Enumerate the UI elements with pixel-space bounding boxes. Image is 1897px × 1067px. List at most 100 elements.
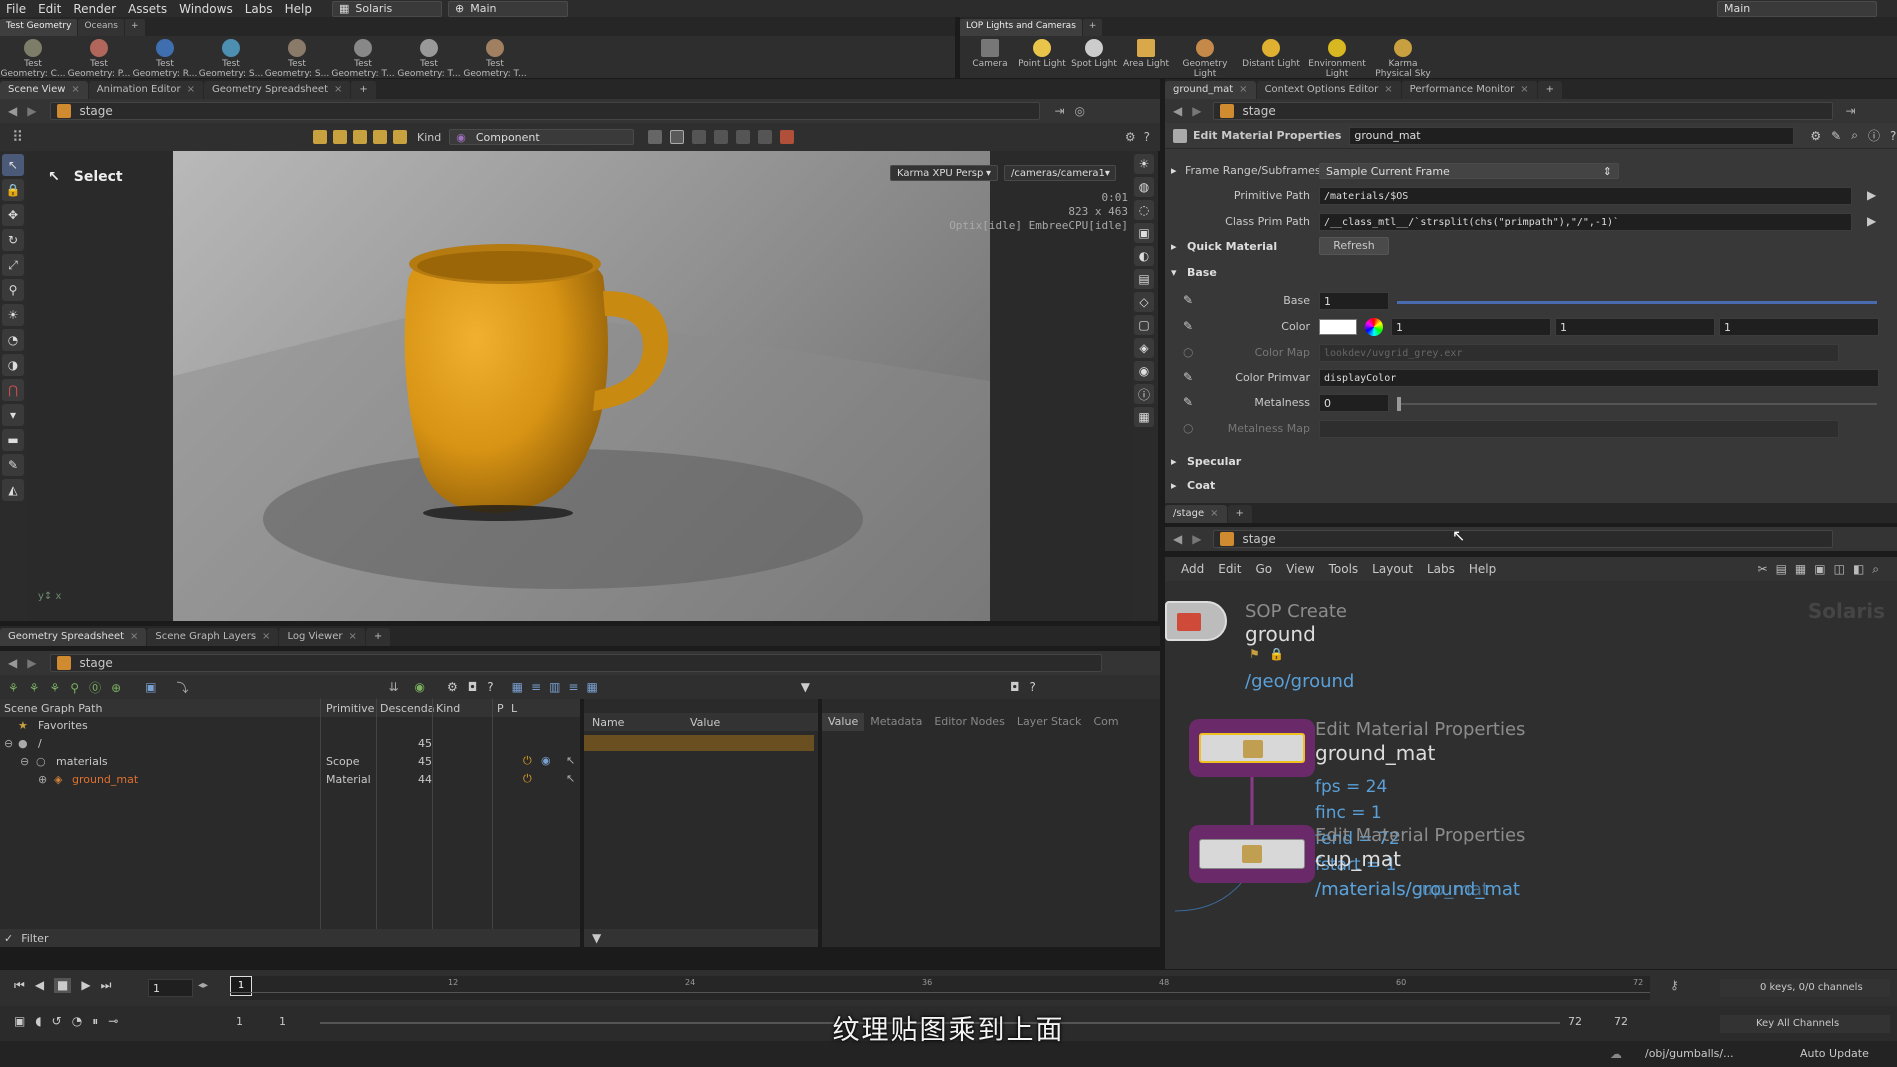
- context-dropdown[interactable]: ⊕ Main: [448, 0, 568, 17]
- menu-labs[interactable]: Labs: [239, 2, 279, 16]
- view-tool-icon[interactable]: ◔: [2, 329, 24, 351]
- tree-icon[interactable]: ⇊: [388, 680, 398, 694]
- step-back-icon[interactable]: ◀: [35, 978, 44, 993]
- tab-scene-view[interactable]: Scene View ×: [0, 81, 88, 99]
- tool-test-geometry-squab[interactable]: Test Geometry: S...: [264, 39, 330, 79]
- tab-metadata[interactable]: Metadata: [864, 713, 928, 731]
- gear-icon[interactable]: ⚙: [1810, 129, 1821, 143]
- lock-tool-icon[interactable]: 🔒: [2, 179, 24, 201]
- add-network-tab-button[interactable]: +: [1227, 505, 1252, 523]
- snapshot-icon[interactable]: ◘: [1010, 680, 1020, 694]
- tool-test-geometry-pig[interactable]: Test Geometry: P...: [66, 39, 132, 79]
- edit-toggle-icon[interactable]: ✎: [1183, 370, 1193, 384]
- class-prim-field[interactable]: /__class_mtl__/`strsplit(chs("primpath")…: [1319, 213, 1852, 231]
- play-icon[interactable]: ▶: [81, 978, 90, 993]
- layout-icons[interactable]: ▦≡▥≡▦: [512, 680, 606, 694]
- ground-mat-node[interactable]: [1199, 733, 1305, 763]
- frame-range-dropdown[interactable]: Sample Current Frame ⇕: [1319, 163, 1619, 179]
- ghost-icon[interactable]: ◌: [1134, 200, 1154, 220]
- back-arrow-icon[interactable]: ◀: [8, 656, 17, 670]
- add-params-tab-button[interactable]: +: [1537, 81, 1563, 99]
- scene-graph-filter-icon[interactable]: ▣: [145, 680, 156, 694]
- step-arrows-icon[interactable]: ◂▸: [198, 980, 208, 991]
- network-menu-go[interactable]: Go: [1255, 562, 1272, 576]
- snapshot-icon[interactable]: ◘: [468, 680, 478, 694]
- metalness-slider[interactable]: [1397, 403, 1877, 405]
- viewport-settings-icon[interactable]: ⚙: [1125, 130, 1136, 144]
- tool-test-geometry-shaderball[interactable]: Test Geometry: S...: [198, 39, 264, 79]
- select-visible-icon[interactable]: [758, 130, 773, 144]
- select-assembly-icon[interactable]: [373, 130, 387, 144]
- edit-toggle-icon[interactable]: ✎: [1183, 395, 1193, 409]
- quick-material-expander[interactable]: ▸: [1171, 240, 1177, 253]
- tree-filter-bar[interactable]: ✓ Filter: [0, 929, 580, 947]
- menu-edit[interactable]: Edit: [32, 2, 67, 16]
- select-icon[interactable]: ↖: [566, 754, 575, 767]
- help-icon[interactable]: ?: [1890, 129, 1896, 143]
- color-primvar-field[interactable]: displayColor: [1319, 369, 1879, 387]
- disabled-toggle-icon[interactable]: ○: [1183, 421, 1193, 435]
- current-frame-field[interactable]: 1: [148, 979, 193, 997]
- safe-area-icon[interactable]: ▢: [1134, 315, 1154, 335]
- properties-filter-bar[interactable]: ▼: [584, 929, 818, 947]
- forward-arrow-icon[interactable]: ▶: [27, 656, 36, 670]
- tab-geometry-spreadsheet-top[interactable]: Geometry Spreadsheet ×: [203, 81, 351, 99]
- info-icon[interactable]: ⓘ: [1134, 384, 1154, 404]
- quad-view-icon[interactable]: ▦: [1134, 407, 1154, 427]
- col-name[interactable]: Name: [592, 716, 624, 729]
- forward-arrow-icon[interactable]: ▶: [1192, 532, 1201, 546]
- tool-geometry-light[interactable]: Geometry Light: [1172, 39, 1238, 79]
- camera-dropdown[interactable]: /cameras/camera1 ▾: [1004, 165, 1116, 181]
- menu-file[interactable]: File: [0, 2, 32, 16]
- filter-icon[interactable]: ▼: [801, 680, 810, 694]
- network-menu-help[interactable]: Help: [1469, 562, 1496, 576]
- search-icon[interactable]: ⌕: [1851, 128, 1858, 143]
- menu-help[interactable]: Help: [279, 2, 318, 16]
- refresh-button[interactable]: Refresh: [1319, 237, 1389, 255]
- pose-tool-icon[interactable]: ⚲: [2, 279, 24, 301]
- tab-performance-monitor[interactable]: Performance Monitor ×: [1401, 81, 1537, 99]
- paint-tool-icon[interactable]: ✎: [2, 454, 24, 476]
- renderer-dropdown[interactable]: Karma XPU Persp ▾: [890, 165, 998, 181]
- jump-end-icon[interactable]: ⏭: [101, 978, 112, 993]
- base-field[interactable]: 1: [1319, 292, 1389, 310]
- tab-scene-graph-layers[interactable]: Scene Graph Layers ×: [147, 628, 279, 646]
- col-value[interactable]: Value: [690, 716, 720, 729]
- tab-composition[interactable]: Com: [1087, 713, 1124, 731]
- menu-render[interactable]: Render: [67, 2, 122, 16]
- tool-spot-light[interactable]: Spot Light: [1068, 39, 1120, 79]
- network-menu-tools[interactable]: Tools: [1329, 562, 1359, 576]
- select-icon[interactable]: ↖: [566, 772, 575, 785]
- tab-layer-stack[interactable]: Layer Stack: [1011, 713, 1088, 731]
- shelf-tab-oceans[interactable]: Oceans: [78, 19, 124, 36]
- desktop-dropdown[interactable]: ▦ Solaris: [332, 0, 442, 17]
- info-icon[interactable]: ⓘ: [1868, 127, 1880, 144]
- tool-environment-light[interactable]: Environment Light: [1304, 39, 1370, 79]
- col-scene-graph-path[interactable]: Scene Graph Path: [4, 702, 102, 715]
- select-tool-icon[interactable]: ↖: [2, 154, 24, 176]
- pick-path-icon[interactable]: ▶: [1867, 188, 1876, 202]
- color-wheel-icon[interactable]: [1365, 318, 1383, 336]
- rotate-tool-icon[interactable]: ↻: [2, 229, 24, 251]
- tool-point-light[interactable]: Point Light: [1016, 39, 1068, 79]
- color-r-field[interactable]: 1: [1391, 318, 1551, 336]
- viewport[interactable]: ↖ Select Karma XPU Persp ▾ /cameras/camera…: [28, 151, 1140, 621]
- network-menu-labs[interactable]: Labs: [1427, 562, 1455, 576]
- pin-icon[interactable]: ⇥: [1845, 104, 1855, 118]
- scene-graph-tool-icons[interactable]: ⚘⚘⚘⚲⓪⊕: [8, 679, 131, 696]
- magnet-tool-icon[interactable]: ⋂: [2, 379, 24, 401]
- tab-value[interactable]: Value: [822, 713, 865, 731]
- shelf-tab-test-geometry[interactable]: Test Geometry: [0, 19, 78, 36]
- grid-menu-icon[interactable]: ⠿: [12, 128, 23, 146]
- tool-test-geometry-rbd[interactable]: Test Geometry: R...: [132, 39, 198, 79]
- metalness-slider-handle[interactable]: [1397, 397, 1401, 411]
- disabled-toggle-icon[interactable]: ○: [1183, 345, 1193, 359]
- tab-context-options[interactable]: Context Options Editor ×: [1256, 81, 1401, 99]
- col-l[interactable]: L: [511, 702, 517, 715]
- stop-icon[interactable]: ■: [54, 978, 72, 993]
- metalness-map-field[interactable]: [1319, 420, 1839, 438]
- network-canvas[interactable]: Solaris SOP Create ground ⚑ 🔒 /geo/groun…: [1165, 581, 1897, 969]
- add-spreadsheet-tab-button[interactable]: +: [365, 628, 391, 646]
- shading-icon[interactable]: ◐: [1134, 246, 1154, 266]
- tab-editor-nodes[interactable]: Editor Nodes: [928, 713, 1011, 731]
